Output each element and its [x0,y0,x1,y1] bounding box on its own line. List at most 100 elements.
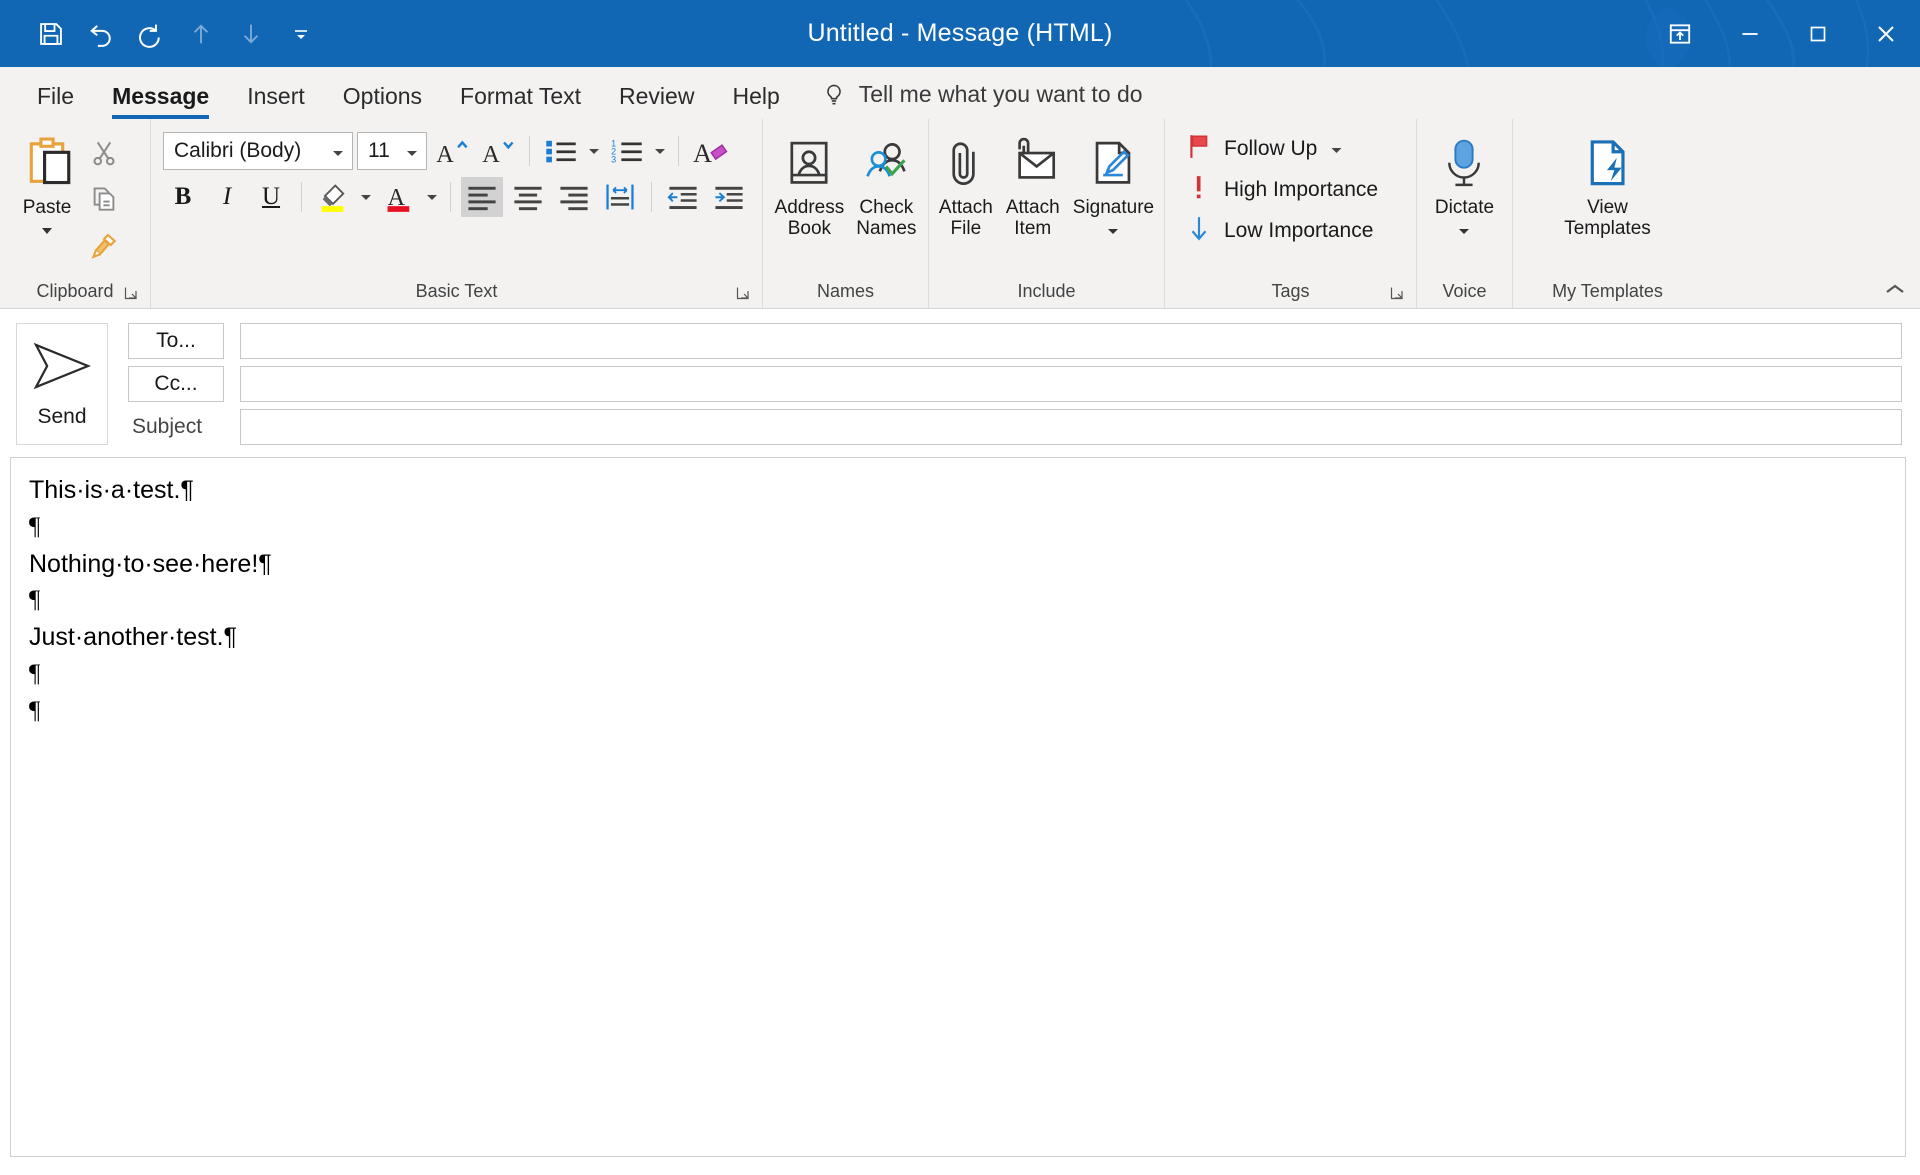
to-row: To... [128,323,1902,359]
tell-me-label: Tell me what you want to do [858,81,1143,107]
tell-me-search[interactable]: Tell me what you want to do [799,81,1143,119]
group-label-voice: Voice [1442,280,1487,301]
grow-font-button[interactable]: A [431,131,473,171]
decrease-indent-button[interactable] [662,177,704,217]
maximize-icon[interactable] [1784,0,1852,67]
flag-icon [1187,133,1211,165]
check-names-label: Check Names [856,197,917,240]
align-right-button[interactable] [553,177,595,217]
tab-file[interactable]: File [18,85,93,119]
clipboard-dialog-launcher-icon[interactable] [124,284,140,300]
body-line: Just·another·test.¶ [29,623,237,651]
svg-text:A: A [482,141,500,167]
format-painter-button[interactable] [82,223,126,267]
address-book-label: Address Book [774,197,845,240]
text-highlight-color-button[interactable] [312,177,354,217]
tab-insert[interactable]: Insert [228,85,324,119]
ribbon-group-basic-text: Calibri (Body) 11 A A 1 2 3 A B I U A Ba… [150,119,762,308]
bullets-button[interactable] [540,131,582,171]
cut-button[interactable] [82,131,126,175]
high-importance-button[interactable]: High Importance [1187,174,1416,206]
numbering-chevron-down-icon[interactable] [652,147,668,155]
font-name-combobox[interactable]: Calibri (Body) [163,132,353,170]
save-icon[interactable] [26,11,76,57]
ribbon-group-my-templates: View Templates My Templates [1512,119,1702,308]
body-line: ¶ [29,696,41,724]
to-button[interactable]: To... [128,323,224,359]
signature-button[interactable]: Signature [1067,127,1160,244]
body-line: ¶ [29,586,41,614]
attach-file-button[interactable]: Attach File [933,127,999,242]
font-size-combobox[interactable]: 11 [357,132,427,170]
low-importance-button[interactable]: Low Importance [1187,215,1416,247]
tags-dialog-launcher-icon[interactable] [1390,284,1406,300]
cc-row: Cc... [128,366,1902,402]
body-line: ¶ [29,512,41,540]
font-size-value: 11 [368,139,390,162]
address-book-button[interactable]: Address Book [769,127,851,242]
ribbon: Paste Clipboard Calibri (Body) 11 A A 1 … [0,119,1920,309]
tab-format-text[interactable]: Format Text [441,85,600,119]
address-book-icon [782,129,836,191]
ribbon-group-clipboard: Paste Clipboard [0,119,150,308]
font-name-value: Calibri (Body) [174,139,302,162]
align-center-button[interactable] [507,177,549,217]
font-color-chevron-down-icon[interactable] [424,193,440,201]
chevron-down-icon[interactable] [1106,220,1120,241]
undo-icon[interactable] [76,11,126,57]
ribbon-tabs: File Message Insert Options Format Text … [0,67,1920,119]
tab-help[interactable]: Help [713,85,798,119]
tab-options[interactable]: Options [324,85,441,119]
close-icon[interactable] [1852,0,1920,67]
high-importance-label: High Importance [1224,178,1379,201]
shrink-font-button[interactable]: A [477,131,519,171]
attach-item-button[interactable]: Attach Item [999,127,1067,242]
minimize-icon[interactable] [1716,0,1784,67]
clear-formatting-button[interactable]: A [689,131,733,171]
check-names-icon [859,129,913,191]
bullets-chevron-down-icon[interactable] [586,147,602,155]
message-body-editor[interactable]: This·is·a·test.¶ ¶ Nothing·to·see·here!¶… [10,457,1906,1157]
send-button[interactable]: Send [16,323,108,445]
next-item-icon[interactable] [226,11,276,57]
increase-indent-button[interactable] [708,177,750,217]
font-color-button[interactable]: A [378,177,420,217]
group-label-include: Include [1017,280,1076,301]
chevron-down-icon[interactable] [1330,137,1343,161]
divider [301,182,302,212]
underline-button[interactable]: U [251,177,291,217]
view-templates-button[interactable]: View Templates [1558,127,1657,242]
microphone-icon [1439,129,1489,191]
copy-button[interactable] [82,177,126,221]
font-dialog-launcher-icon[interactable] [736,284,752,300]
bold-button[interactable]: B [163,177,203,217]
tab-message[interactable]: Message [93,85,228,119]
body-line: ¶ [29,659,41,687]
send-icon [31,340,93,397]
chevron-down-icon[interactable] [39,220,55,241]
italic-button[interactable]: I [207,177,247,217]
follow-up-button[interactable]: Follow Up [1187,133,1416,165]
to-input[interactable] [240,323,1902,359]
justify-button[interactable] [599,177,641,217]
collapse-ribbon-button[interactable] [1880,276,1910,302]
numbering-button[interactable]: 1 2 3 [606,131,648,171]
body-line: Nothing·to·see·here!¶ [29,549,272,578]
chevron-down-icon[interactable] [398,139,426,163]
divider [651,182,652,212]
tab-review[interactable]: Review [600,85,713,119]
customize-quick-access-toolbar-icon[interactable] [276,11,326,57]
align-left-button[interactable] [461,177,503,217]
ribbon-display-options-icon[interactable] [1644,0,1716,67]
chevron-down-icon[interactable] [324,139,352,163]
redo-icon[interactable] [126,11,176,57]
subject-input[interactable] [240,409,1902,445]
cc-button[interactable]: Cc... [128,366,224,402]
check-names-button[interactable]: Check Names [850,127,922,242]
dictate-button[interactable]: Dictate [1429,127,1500,244]
highlight-chevron-down-icon[interactable] [358,193,374,201]
chevron-down-icon[interactable] [1457,220,1471,241]
paste-button[interactable]: Paste [12,127,82,267]
previous-item-icon[interactable] [176,11,226,57]
cc-input[interactable] [240,366,1902,402]
